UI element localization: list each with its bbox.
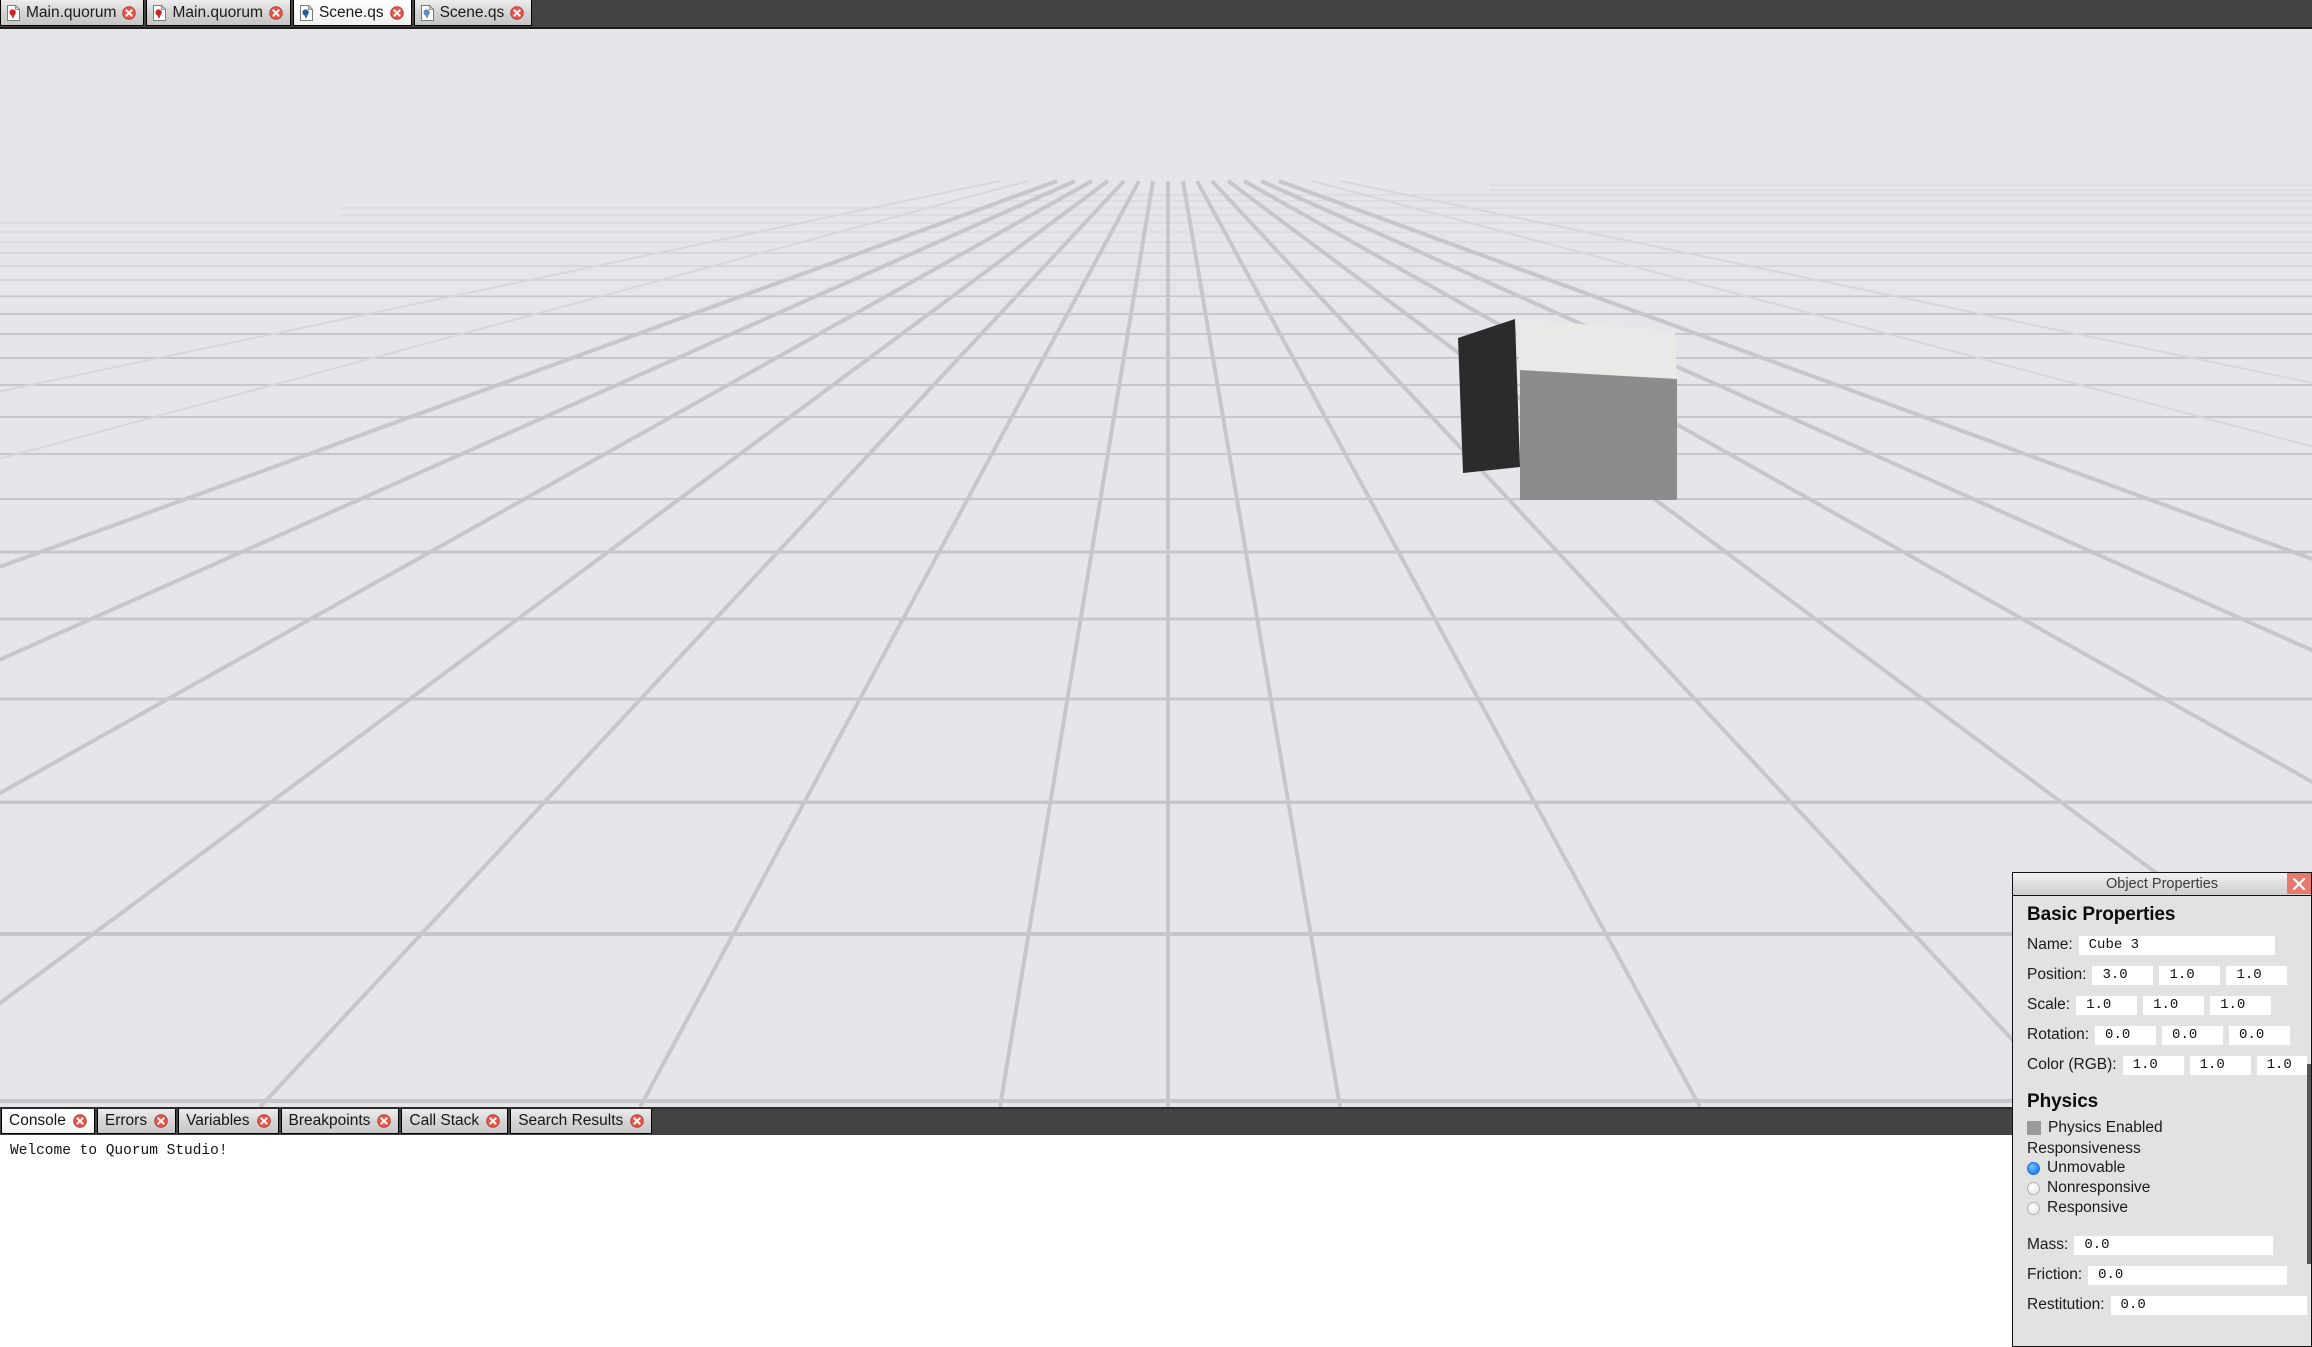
radio-nonresponsive-label: Nonresponsive — [2047, 1179, 2151, 1196]
radio-unmovable-label: Unmovable — [2047, 1159, 2126, 1176]
color-b-input[interactable] — [2256, 1055, 2311, 1075]
output-tab-breakpoints[interactable]: Breakpoints — [280, 1109, 400, 1134]
rotation-label: Rotation: — [2027, 1026, 2090, 1043]
quorum-file-icon — [153, 4, 167, 21]
console-output[interactable]: Welcome to Quorum Studio! — [0, 1135, 2312, 1347]
close-icon[interactable] — [2287, 873, 2311, 894]
scene-grid — [0, 29, 2312, 1107]
object-properties-panel: Object Properties Basic Properties Name:… — [2012, 872, 2312, 1347]
radio-responsive-label: Responsive — [2047, 1199, 2128, 1216]
scale-row: Scale: — [2027, 990, 2311, 1020]
properties-scrollbar[interactable] — [2307, 896, 2311, 1346]
color-rgb-row: Color (RGB): — [2027, 1050, 2311, 1080]
editor-tab-main-quorum-1[interactable]: Main.quorum — [0, 0, 145, 26]
object-properties-titlebar[interactable]: Object Properties — [2013, 873, 2311, 896]
console-line: Welcome to Quorum Studio! — [10, 1143, 228, 1159]
object-properties-body: Basic Properties Name: Position: Scale: … — [2013, 896, 2311, 1346]
editor-tab-label: Scene.qs — [439, 4, 505, 22]
mass-label: Mass: — [2027, 1236, 2069, 1253]
properties-scrollbar-thumb[interactable] — [2307, 1064, 2311, 1264]
friction-label: Friction: — [2027, 1266, 2083, 1283]
close-icon[interactable] — [73, 1114, 87, 1128]
editor-tab-label: Scene.qs — [318, 4, 384, 22]
scene-file-icon — [420, 4, 434, 21]
close-icon[interactable] — [486, 1114, 500, 1128]
responsiveness-option-unmovable[interactable]: Unmovable — [2027, 1158, 2311, 1178]
restitution-label: Restitution: — [2027, 1296, 2105, 1313]
scale-z-input[interactable] — [2210, 995, 2272, 1015]
output-tabbar: Console Errors Variables Breakpoints Cal… — [0, 1109, 2312, 1135]
responsiveness-option-nonresponsive[interactable]: Nonresponsive — [2027, 1178, 2311, 1198]
output-tab-console[interactable]: Console — [1, 1109, 95, 1134]
position-z-input[interactable] — [2226, 965, 2288, 985]
close-icon[interactable] — [122, 5, 137, 20]
scene-file-icon — [299, 4, 313, 21]
output-tab-variables[interactable]: Variables — [178, 1109, 279, 1134]
rotation-row: Rotation: — [2027, 1020, 2311, 1050]
rotation-x-input[interactable] — [2095, 1025, 2157, 1045]
position-y-input[interactable] — [2159, 965, 2221, 985]
output-tab-call-stack[interactable]: Call Stack — [401, 1109, 509, 1134]
editor-tab-label: Main.quorum — [172, 4, 263, 22]
radio-unmovable[interactable] — [2027, 1161, 2040, 1175]
scale-x-input[interactable] — [2076, 995, 2138, 1015]
editor-tabbar: Main.quorum Main.quorum Scene.qs Scene.q… — [0, 0, 2312, 27]
physics-heading: Physics — [2027, 1091, 2099, 1112]
output-tab-label: Search Results — [518, 1112, 624, 1130]
output-tab-search-results[interactable]: Search Results — [510, 1109, 653, 1134]
editor-tab-scene-qs-2[interactable]: Scene.qs — [413, 0, 533, 26]
quorum-studio-window: Main.quorum Main.quorum Scene.qs Scene.q… — [0, 0, 2312, 1347]
close-icon[interactable] — [510, 5, 524, 20]
restitution-row: Restitution: — [2027, 1290, 2311, 1320]
physics-enabled-checkbox[interactable] — [2027, 1121, 2041, 1135]
scene-3d-viewport[interactable] — [0, 27, 2312, 1107]
radio-responsive[interactable] — [2027, 1201, 2040, 1215]
friction-input[interactable] — [2088, 1265, 2288, 1285]
color-g-input[interactable] — [2189, 1055, 2251, 1075]
rotation-y-input[interactable] — [2162, 1025, 2224, 1045]
friction-row: Friction: — [2027, 1260, 2311, 1290]
close-icon[interactable] — [269, 5, 283, 20]
responsiveness-option-responsive[interactable]: Responsive — [2027, 1198, 2311, 1218]
responsiveness-label: Responsiveness — [2027, 1140, 2141, 1157]
name-input[interactable] — [2078, 935, 2275, 955]
scale-label: Scale: — [2027, 996, 2071, 1013]
editor-tab-main-quorum-2[interactable]: Main.quorum — [146, 0, 291, 26]
position-x-input[interactable] — [2092, 965, 2154, 985]
quorum-file-icon — [7, 4, 20, 21]
output-tab-label: Call Stack — [409, 1112, 480, 1130]
output-pane: Console Errors Variables Breakpoints Cal… — [0, 1107, 2312, 1347]
name-row: Name: — [2027, 930, 2311, 960]
output-tab-errors[interactable]: Errors — [96, 1109, 177, 1134]
close-icon[interactable] — [154, 1114, 168, 1128]
radio-nonresponsive[interactable] — [2027, 1181, 2040, 1195]
close-icon[interactable] — [630, 1114, 645, 1128]
close-icon[interactable] — [377, 1114, 392, 1128]
editor-tab-scene-qs-1[interactable]: Scene.qs — [292, 0, 412, 26]
physics-enabled-row[interactable]: Physics Enabled — [2027, 1117, 2311, 1139]
position-label: Position: — [2027, 966, 2087, 983]
object-properties-title: Object Properties — [2105, 876, 2219, 892]
editor-tab-label: Main.quorum — [26, 4, 117, 22]
position-row: Position: — [2027, 960, 2311, 990]
color-rgb-label: Color (RGB): — [2027, 1056, 2117, 1073]
output-tab-label: Variables — [186, 1112, 250, 1130]
output-tab-label: Breakpoints — [288, 1112, 371, 1130]
basic-properties-heading: Basic Properties — [2027, 904, 2176, 925]
name-label: Name: — [2027, 936, 2073, 953]
mass-row: Mass: — [2027, 1230, 2311, 1260]
scale-y-input[interactable] — [2143, 995, 2205, 1015]
restitution-input[interactable] — [2110, 1295, 2310, 1315]
mass-input[interactable] — [2074, 1235, 2274, 1255]
close-icon[interactable] — [389, 5, 404, 20]
output-tab-label: Console — [9, 1112, 66, 1130]
output-tab-label: Errors — [104, 1112, 148, 1130]
close-icon[interactable] — [256, 1114, 271, 1128]
physics-enabled-label: Physics Enabled — [2048, 1119, 2163, 1136]
rotation-z-input[interactable] — [2229, 1025, 2291, 1045]
color-r-input[interactable] — [2122, 1055, 2184, 1075]
